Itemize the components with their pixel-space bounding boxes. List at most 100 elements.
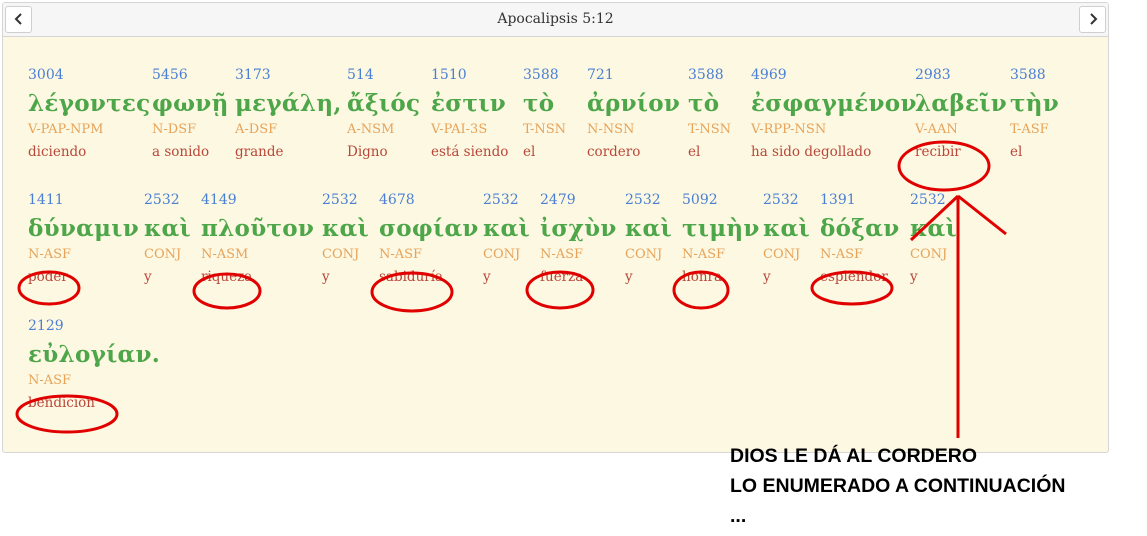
strongs-number[interactable]: 3588 [1010,66,1059,84]
interlinear-word: 3588 τὸ T-NSN el [523,66,566,161]
morphology-code: CONJ [483,247,521,262]
interlinear-word: 2532 καὶ CONJ y [322,191,369,286]
interlinear-word: 4149 πλοῦτον N-ASM riqueza [201,191,314,286]
spanish-gloss: el [1010,144,1023,160]
interlinear-word: 3588 τὴν T-ASF el [1010,66,1059,161]
strongs-number[interactable]: 5456 [152,66,229,84]
spanish-gloss: diciendo [28,144,87,160]
greek-word[interactable]: ἐστιν [431,88,508,120]
next-verse-button[interactable] [1079,6,1106,33]
greek-word[interactable]: καὶ [322,213,369,245]
morphology-code: N-ASF [28,373,72,388]
spanish-gloss: sabiduría [379,269,444,285]
strongs-number[interactable]: 3588 [688,66,731,84]
strongs-number[interactable]: 3173 [235,66,342,84]
strongs-number[interactable]: 721 [587,66,680,84]
greek-word[interactable]: τὸ [523,88,566,120]
strongs-number[interactable]: 4149 [201,191,314,209]
spanish-gloss: y [763,269,771,285]
greek-word[interactable]: εὐλογίαν. [28,339,160,371]
greek-word[interactable]: τὴν [1010,88,1059,120]
greek-word[interactable]: δόξαν [820,213,899,245]
morphology-code: N-ASF [682,247,726,262]
spanish-gloss: bendición [28,395,95,411]
strongs-number[interactable]: 5092 [682,191,760,209]
interlinear-word: 4678 σοφίαν N-ASF sabiduría [379,191,479,286]
morphology-code: CONJ [625,247,663,262]
spanish-gloss: honra [682,269,723,285]
greek-word[interactable]: ἀρνίον [587,88,680,120]
morphology-code: V-PAI-3S [431,122,488,137]
greek-word[interactable]: φωνῇ [152,88,229,120]
greek-word[interactable]: δύναμιν [28,213,139,245]
spanish-gloss: y [483,269,491,285]
greek-word[interactable]: καὶ [483,213,530,245]
spanish-gloss: y [322,269,330,285]
strongs-number[interactable]: 4678 [379,191,479,209]
morphology-code: CONJ [322,247,360,262]
strongs-number[interactable]: 2532 [483,191,530,209]
interlinear-word: 2532 καὶ CONJ y [144,191,191,286]
strongs-number[interactable]: 1510 [431,66,508,84]
verse-title: Apocalipsis 5:12 [497,11,614,27]
interlinear-word: 1411 δύναμιν N-ASF poder [28,191,139,286]
morphology-code: CONJ [910,247,948,262]
spanish-gloss: y [910,269,918,285]
morphology-code: T-NSN [688,122,732,137]
morphology-code: CONJ [144,247,182,262]
morphology-code: CONJ [763,247,801,262]
interlinear-word: 2532 καὶ CONJ y [910,191,957,286]
strongs-number[interactable]: 1411 [28,191,139,209]
greek-word[interactable]: καὶ [144,213,191,245]
greek-word[interactable]: καὶ [625,213,672,245]
strongs-number[interactable]: 2532 [144,191,191,209]
interlinear-word: 2129 εὐλογίαν. N-ASF bendición [28,317,160,412]
greek-word[interactable]: καὶ [910,213,957,245]
strongs-number[interactable]: 2532 [910,191,957,209]
greek-word[interactable]: ἰσχὺν [540,213,617,245]
strongs-number[interactable]: 4969 [751,66,917,84]
spanish-gloss: está siendo [431,144,509,160]
interlinear-word: 514 ἄξιός A-NSM Digno [347,66,420,161]
interlinear-word: 2532 καὶ CONJ y [763,191,810,286]
spanish-gloss: ha sido degollado [751,144,872,160]
strongs-number[interactable]: 2129 [28,317,160,335]
strongs-number[interactable]: 3004 [28,66,150,84]
morphology-code: N-NSN [587,122,635,137]
greek-word[interactable]: μεγάλη, [235,88,342,120]
strongs-number[interactable]: 1391 [820,191,899,209]
morphology-code: N-ASF [820,247,864,262]
morphology-code: N-ASF [540,247,584,262]
interlinear-word: 3588 τὸ T-NSN el [688,66,731,161]
greek-word[interactable]: ἄξιός [347,88,420,120]
interlinear-word: 1391 δόξαν N-ASF esplendor [820,191,899,286]
strongs-number[interactable]: 3588 [523,66,566,84]
spanish-gloss: Digno [347,144,388,160]
annotation-line-3: ... [730,505,747,527]
chevron-right-icon [1088,10,1098,29]
strongs-number[interactable]: 2479 [540,191,617,209]
spanish-gloss: y [144,269,152,285]
morphology-code: V-PAP-NPM [28,122,104,137]
strongs-number[interactable]: 2983 [915,66,1007,84]
greek-word[interactable]: σοφίαν [379,213,479,245]
greek-word[interactable]: ἐσφαγμένον [751,88,917,120]
greek-word[interactable]: λαβεῖν [915,88,1007,120]
strongs-number[interactable]: 2532 [625,191,672,209]
greek-word[interactable]: λέγοντες [28,88,150,120]
morphology-code: V-AAN [915,122,958,137]
spanish-gloss: y [625,269,633,285]
spanish-gloss: a sonido [152,144,210,160]
greek-word[interactable]: τὸ [688,88,731,120]
interlinear-word: 1510 ἐστιν V-PAI-3S está siendo [431,66,508,161]
interlinear-word: 4969 ἐσφαγμένον V-RPP-NSN ha sido degollado [751,66,917,161]
greek-word[interactable]: πλοῦτον [201,213,314,245]
greek-word[interactable]: καὶ [763,213,810,245]
spanish-gloss: cordero [587,144,641,160]
strongs-number[interactable]: 2532 [763,191,810,209]
spanish-gloss: grande [235,144,284,160]
strongs-number[interactable]: 2532 [322,191,369,209]
strongs-number[interactable]: 514 [347,66,420,84]
greek-word[interactable]: τιμὴν [682,213,760,245]
spanish-gloss: poder [28,269,68,285]
